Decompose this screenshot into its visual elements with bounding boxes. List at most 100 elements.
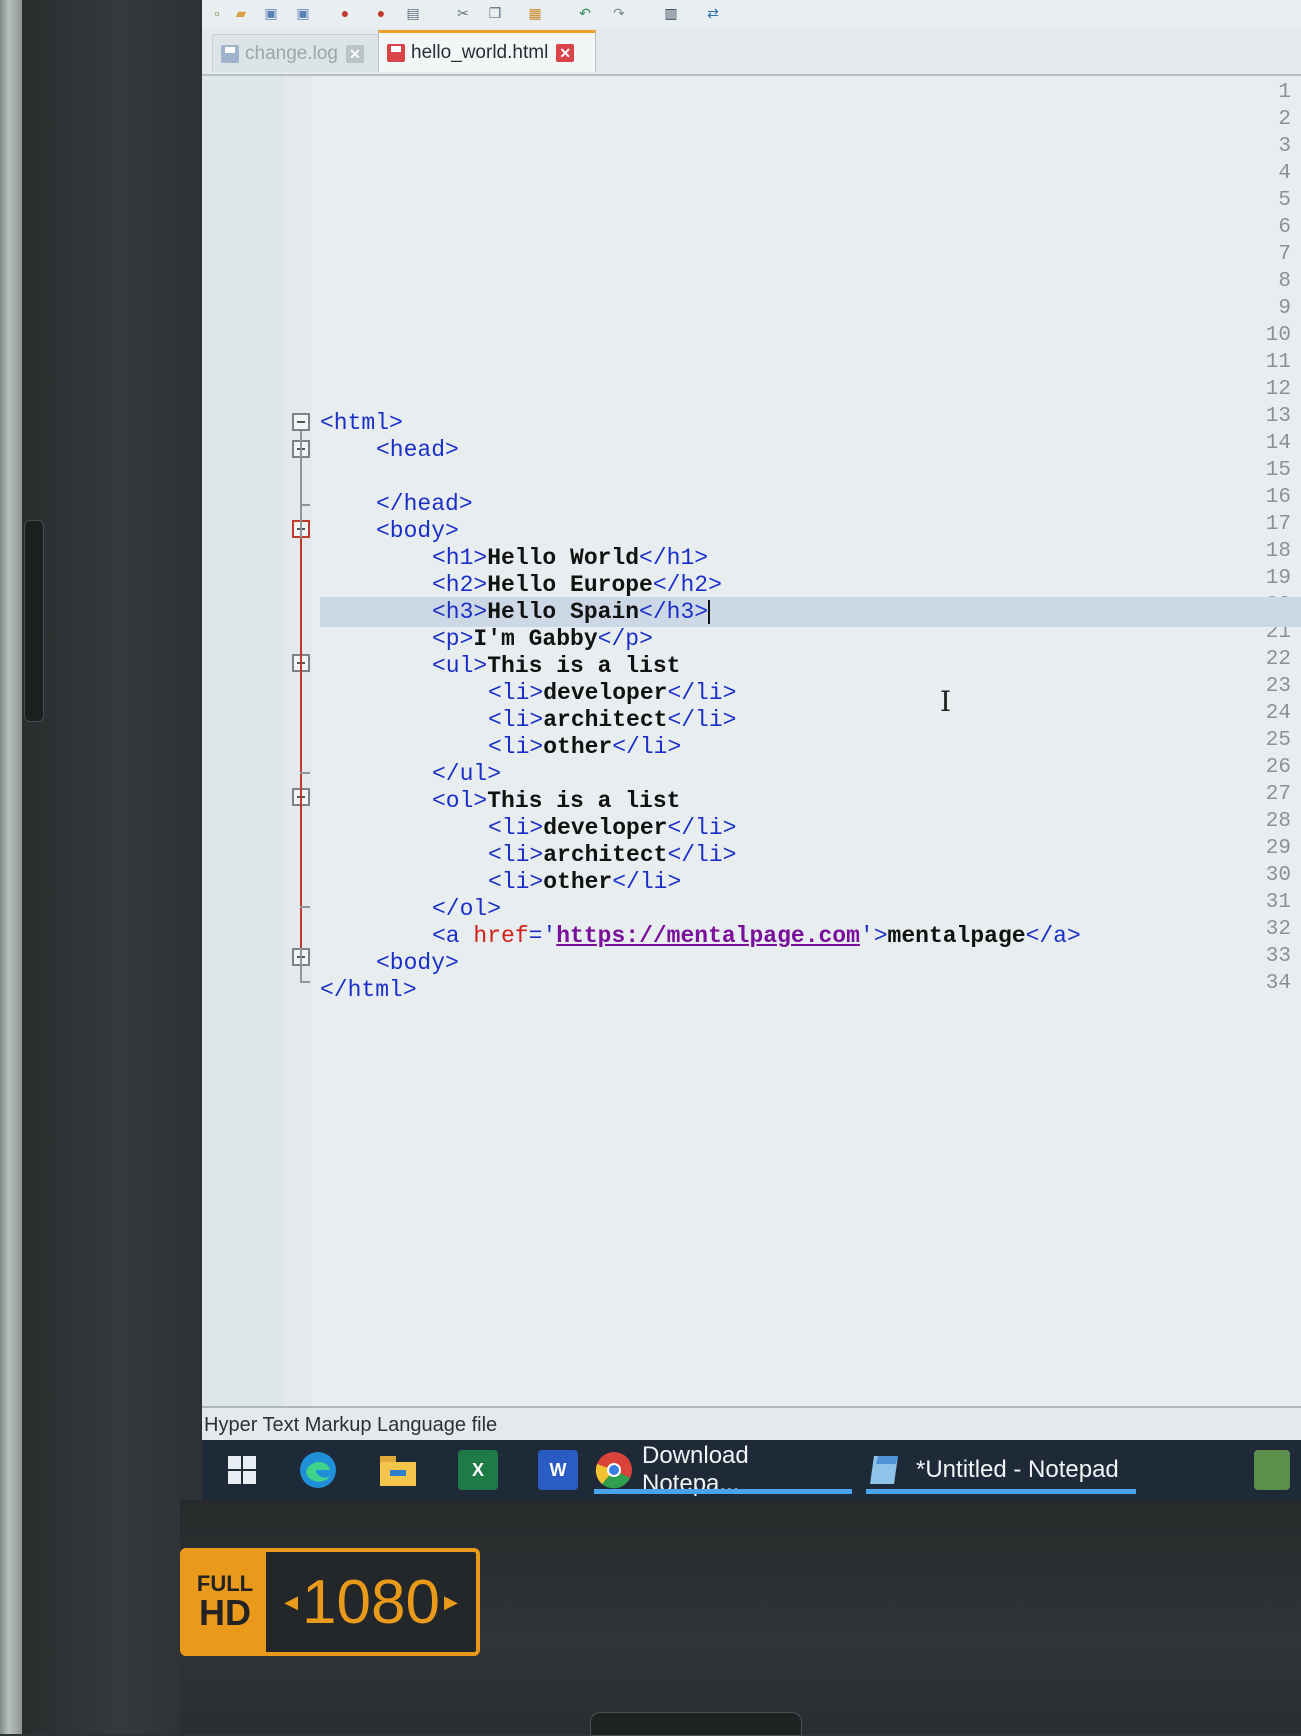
tab-label: hello_world.html bbox=[411, 41, 549, 63]
text-content: developer bbox=[543, 680, 668, 706]
undo-icon[interactable]: ↶ bbox=[574, 4, 596, 22]
code-line-14[interactable]: <head> bbox=[320, 435, 1301, 465]
text-content: other bbox=[543, 869, 613, 895]
code-line-17[interactable]: <body> bbox=[320, 516, 1301, 546]
tab-bar: change.log ✕ hello_world.html ✕ bbox=[202, 28, 1301, 76]
text-content: This is a list bbox=[487, 788, 681, 814]
full-hd-sticker: FULL HD ◀ 1080 ▶ bbox=[180, 1548, 480, 1656]
open-folder-icon[interactable]: ▰ bbox=[230, 4, 252, 22]
tag: </ol> bbox=[432, 896, 502, 922]
tag: </ul> bbox=[432, 761, 502, 787]
save-icon[interactable]: ▣ bbox=[260, 4, 282, 22]
chrome-icon bbox=[594, 1450, 634, 1490]
tag: <li> bbox=[488, 842, 544, 868]
text-content: architect bbox=[543, 707, 668, 733]
tag: </li> bbox=[612, 869, 682, 895]
code-lines[interactable]: <html> <head> </head> <body> <h1>Hello W… bbox=[320, 76, 1301, 1406]
tag: <ol> bbox=[432, 788, 488, 814]
screen: ▫ ▰ ▣ ▣ ● ● ▤ ✂ ❐ ▦ ↶ ↷ ▥ ⇄ change.log ✕… bbox=[202, 0, 1301, 1500]
code-line-16[interactable]: </head> bbox=[320, 489, 1301, 519]
tab-hello-world-html[interactable]: hello_world.html ✕ bbox=[378, 30, 596, 72]
tag: <body> bbox=[376, 518, 459, 544]
code-line-21[interactable]: <p>I'm Gabby</p> bbox=[320, 624, 1301, 654]
text-content: mentalpage bbox=[887, 923, 1026, 949]
print-icon[interactable]: ▤ bbox=[402, 4, 424, 22]
resolution-label: ◀ 1080 ▶ bbox=[266, 1567, 476, 1638]
file-unsaved-icon bbox=[387, 43, 405, 62]
tag: </head> bbox=[376, 491, 473, 517]
text-content: developer bbox=[543, 815, 668, 841]
text-content: architect bbox=[543, 842, 668, 868]
tag: <h1> bbox=[432, 545, 488, 571]
tag: </h2> bbox=[652, 572, 722, 598]
windows-start-icon[interactable] bbox=[222, 1450, 262, 1490]
fold-end bbox=[300, 772, 310, 774]
text-content: Hello Europe bbox=[487, 572, 653, 598]
code-line-27[interactable]: <ol>This is a list bbox=[320, 786, 1301, 816]
monitor-stand-notch bbox=[590, 1712, 802, 1736]
code-line-28[interactable]: <li>developer</li> bbox=[320, 813, 1301, 843]
new-file-icon[interactable]: ▫ bbox=[206, 4, 228, 22]
tag: </a> bbox=[1025, 923, 1081, 949]
close-icon[interactable]: ● bbox=[334, 4, 356, 22]
code-line-19[interactable]: <h2>Hello Europe</h2> bbox=[320, 570, 1301, 600]
tag: <h2> bbox=[432, 572, 488, 598]
tag: <html> bbox=[320, 410, 403, 436]
tag: </li> bbox=[612, 734, 682, 760]
taskbar: X W Download Notepa... *Untitled - Notep… bbox=[202, 1440, 1301, 1500]
mouse-ibeam-cursor: I bbox=[940, 685, 952, 718]
fold-margin bbox=[284, 76, 312, 1406]
edge-icon[interactable] bbox=[298, 1450, 338, 1490]
taskbar-item-chrome-download-notepad[interactable]: Download Notepa... bbox=[594, 1442, 852, 1497]
cut-icon[interactable]: ✂ bbox=[452, 4, 474, 22]
resolution-value: 1080 bbox=[302, 1567, 440, 1637]
code-line-30[interactable]: <li>other</li> bbox=[320, 867, 1301, 897]
close-all-icon[interactable]: ● bbox=[370, 4, 392, 22]
tag: </html> bbox=[320, 977, 417, 1003]
code-line-32[interactable]: <a href='https://mentalpage.com'>mentalp… bbox=[320, 921, 1301, 951]
code-line-26[interactable]: </ul> bbox=[320, 759, 1301, 789]
code-line-31[interactable]: </ol> bbox=[320, 894, 1301, 924]
code-line-33[interactable]: <body> bbox=[320, 948, 1301, 978]
code-line-13[interactable]: <html> bbox=[320, 408, 1301, 438]
replace-icon[interactable]: ⇄ bbox=[702, 4, 724, 22]
file-explorer-icon[interactable] bbox=[378, 1450, 418, 1490]
code-line-20-current[interactable]: <h3>Hello Spain</h3> bbox=[320, 597, 1301, 627]
code-line-24[interactable]: <li>architect</li> bbox=[320, 705, 1301, 735]
copy-icon[interactable]: ❐ bbox=[484, 4, 506, 22]
active-indicator bbox=[866, 1489, 1136, 1494]
code-editor[interactable]: 1 2 3 4 5 6 7 8 9 10 11 12 13 14 15 16 1… bbox=[202, 76, 1301, 1406]
code-line-25[interactable]: <li>other</li> bbox=[320, 732, 1301, 762]
code-line-23[interactable]: <li>developer</li> bbox=[320, 678, 1301, 708]
tag: > bbox=[873, 923, 888, 949]
find-icon[interactable]: ▥ bbox=[660, 4, 682, 22]
pinned-app-icon[interactable] bbox=[1254, 1450, 1290, 1490]
code-line-18[interactable]: <h1>Hello World</h1> bbox=[320, 543, 1301, 573]
excel-icon[interactable]: X bbox=[458, 1450, 498, 1490]
fold-end bbox=[300, 981, 310, 983]
monitor-bezel-left bbox=[22, 0, 202, 1734]
close-tab-icon[interactable]: ✕ bbox=[345, 44, 364, 63]
code-line-29[interactable]: <li>architect</li> bbox=[320, 840, 1301, 870]
tag: <body> bbox=[376, 950, 459, 976]
status-bar: Hyper Text Markup Language file bbox=[202, 1406, 1301, 1442]
full-hd-label: FULL HD bbox=[184, 1552, 266, 1652]
text-content: Hello Spain bbox=[487, 599, 640, 625]
word-icon[interactable]: W bbox=[538, 1450, 578, 1490]
tag: </li> bbox=[667, 707, 737, 733]
tag: <li> bbox=[488, 680, 544, 706]
right-arrow-icon: ▶ bbox=[443, 1591, 458, 1612]
close-tab-icon[interactable]: ✕ bbox=[556, 43, 575, 62]
save-all-icon[interactable]: ▣ bbox=[292, 4, 314, 22]
code-line-34[interactable]: </html> bbox=[320, 975, 1301, 1005]
url-link[interactable]: https://mentalpage.com bbox=[556, 923, 860, 949]
redo-icon[interactable]: ↷ bbox=[608, 4, 630, 22]
tag: </li> bbox=[667, 815, 737, 841]
code-line-22[interactable]: <ul>This is a list bbox=[320, 651, 1301, 681]
file-saved-icon bbox=[221, 44, 239, 63]
tag: <li> bbox=[488, 734, 544, 760]
paste-icon[interactable]: ▦ bbox=[524, 4, 546, 22]
tab-change-log[interactable]: change.log ✕ bbox=[212, 34, 380, 72]
taskbar-item-notepad[interactable]: *Untitled - Notepad bbox=[866, 1446, 1136, 1494]
fold-toggle-html[interactable] bbox=[292, 413, 310, 431]
